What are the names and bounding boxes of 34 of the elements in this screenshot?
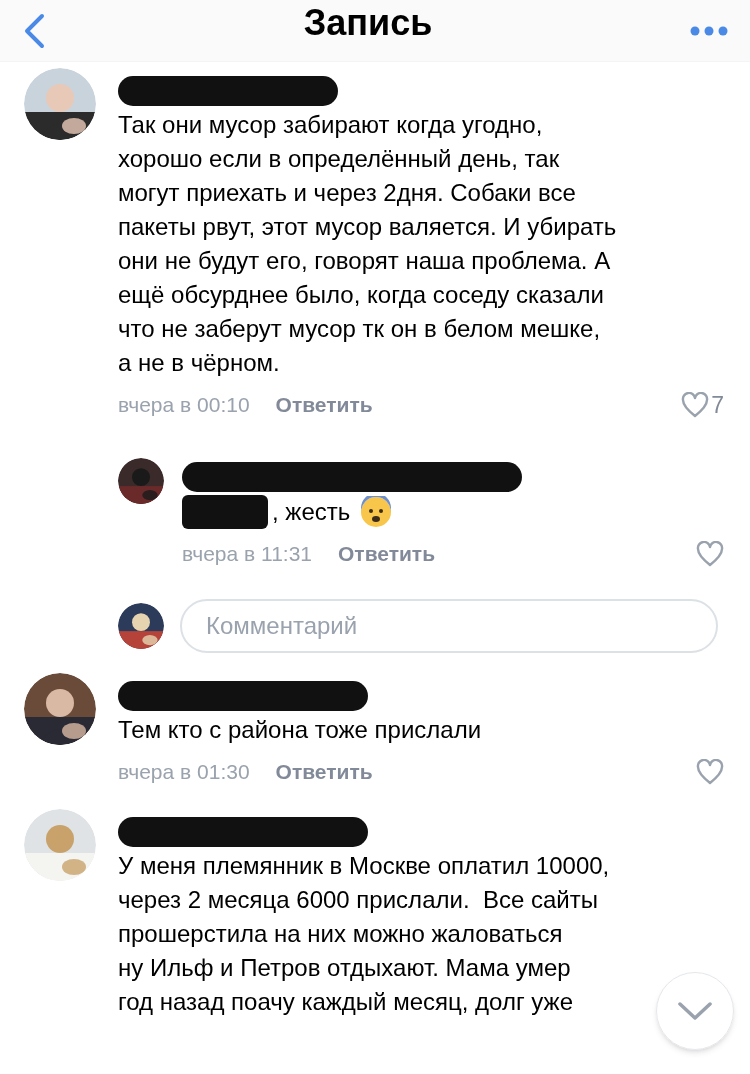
heart-icon xyxy=(681,392,710,418)
comment-text: что не заберут мусор тк он в белом мешке, xyxy=(118,314,601,344)
comment-text: Так они мусор забирают когда угодно, xyxy=(118,110,543,140)
comment-text: У меня племянник в Москве оплатил 10000, xyxy=(118,851,610,881)
like-button[interactable] xyxy=(696,759,724,785)
comment-time: вчера в 11:31 xyxy=(182,541,312,568)
comment-text: , жесть xyxy=(272,497,351,527)
comment-text: пакеты рвут, этот мусор валяется. И убирать xyxy=(118,212,617,242)
chevron-down-icon xyxy=(678,1002,712,1020)
comment-text: Тем кто с района тоже прислали xyxy=(118,715,482,745)
comment-text: через 2 месяца 6000 прислали. Все сайты xyxy=(118,885,598,915)
comment-text: прошерстила на них можно жаловаться xyxy=(118,919,563,949)
comment-field[interactable]: Комментарий xyxy=(180,599,718,653)
comment-text: ну Ильф и Петров отдыхают. Мама умер xyxy=(118,953,571,983)
page-title: Запись xyxy=(303,0,433,45)
comment-text: ещё обсурднее было, когда соседу сказали xyxy=(118,280,604,310)
reply-link[interactable]: Ответить xyxy=(338,538,436,570)
comment-text: а не в чёрном. xyxy=(118,348,280,378)
back-icon[interactable] xyxy=(22,12,46,49)
heart-icon xyxy=(696,541,724,567)
comment-text: хорошо если в определённый день, так xyxy=(118,144,560,174)
heart-icon xyxy=(696,759,724,785)
reply-link[interactable]: Ответить xyxy=(275,389,373,421)
comment-time: вчера в 01:30 xyxy=(118,759,250,786)
comment-time: вчера в 00:10 xyxy=(118,392,250,419)
like-button[interactable]: 7 xyxy=(681,387,724,423)
fearful-face-icon xyxy=(360,495,393,528)
more-icon[interactable] xyxy=(690,25,728,36)
comment-text: год назад поачу каждый месяц, долг уже xyxy=(118,987,573,1017)
like-button[interactable] xyxy=(696,541,724,567)
comment-text: могут приехать и через 2дня. Собаки все xyxy=(118,178,576,208)
scroll-down-button[interactable] xyxy=(656,972,734,1050)
reply-link[interactable]: Ответить xyxy=(275,756,373,788)
comment-text: они не будут его, говорят наша проблема. А xyxy=(118,246,611,276)
